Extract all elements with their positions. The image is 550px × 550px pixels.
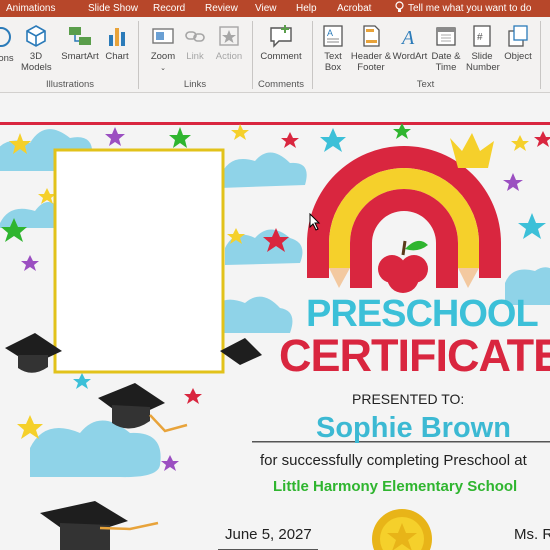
slide-number-label: Slide Number (466, 51, 500, 73)
comment-icon (270, 25, 292, 48)
object-icon (508, 25, 528, 47)
date-time-button[interactable]: Date & Time (430, 23, 462, 73)
icons-label: ons (0, 53, 14, 64)
text-box-label: Text Box (324, 51, 342, 73)
lightbulb-icon (395, 1, 404, 12)
tab-acrobat[interactable]: Acrobat (337, 2, 371, 15)
completion-description[interactable]: for successfully completing Preschool at (260, 452, 527, 470)
tab-animations[interactable]: Animations (6, 2, 55, 15)
chart-label: Chart (105, 51, 129, 62)
smartart-icon (69, 27, 91, 45)
date-time-label: Date & Time (431, 51, 461, 73)
text-box-icon: A (323, 25, 343, 47)
wordart-button[interactable]: A WordArt (392, 23, 428, 62)
bar-chart-icon (109, 28, 125, 46)
ribbon-tab-bar: Animations Slide Show Record Review View… (0, 0, 550, 17)
group-separator (540, 21, 541, 89)
comment-button[interactable]: Comment (256, 23, 306, 62)
gold-seal-icon (372, 509, 432, 550)
tab-slide-show[interactable]: Slide Show (88, 2, 138, 15)
svg-text:A: A (400, 27, 415, 49)
slide-number-button[interactable]: # Slide Number (462, 23, 502, 73)
group-illustrations: Illustrations (45, 79, 95, 90)
icons-button-partial[interactable]: ons (0, 23, 14, 64)
link-label: Link (186, 51, 204, 62)
cube-icon (26, 25, 46, 47)
group-separator (138, 21, 139, 89)
group-links: Links (183, 79, 207, 90)
wordart-icon: A (400, 27, 415, 49)
action-button[interactable]: Action (212, 23, 246, 62)
group-comments: Comments (258, 79, 304, 90)
chart-button[interactable]: Chart (102, 23, 132, 62)
presented-to-label[interactable]: PRESENTED TO: (352, 390, 464, 408)
3d-models-label: 3D Models (21, 51, 52, 73)
mouse-cursor-icon (309, 213, 321, 231)
group-separator (252, 21, 253, 89)
smartart-label: SmartArt (61, 51, 99, 62)
certificate-date[interactable]: June 5, 2027 (225, 526, 312, 544)
wordart-label: WordArt (392, 51, 428, 62)
tell-me-search[interactable]: Tell me what you want to do (395, 1, 531, 16)
header-footer-label: Header & Footer (350, 51, 392, 73)
tab-help[interactable]: Help (296, 2, 317, 15)
zoom-button[interactable]: Zoom ⌄ (146, 23, 180, 74)
insert-ribbon: ons 3D Models SmartArt Chart Illustratio… (0, 17, 550, 93)
tab-view[interactable]: View (255, 2, 277, 15)
link-icon (185, 31, 205, 42)
smartart-button[interactable]: SmartArt (58, 23, 102, 62)
tell-me-text: Tell me what you want to do (408, 3, 532, 14)
svg-text:A: A (327, 28, 333, 38)
action-label: Action (215, 51, 243, 62)
object-button[interactable]: Object (503, 23, 533, 62)
group-separator (312, 21, 313, 89)
header-footer-icon (363, 25, 380, 47)
certificate-border-line (0, 122, 550, 125)
certificate-title-line1[interactable]: PRESCHOOL (306, 293, 539, 335)
action-star-icon (219, 26, 239, 46)
certificate-title-line2[interactable]: CERTIFICATE (279, 331, 550, 381)
crown-icon (450, 133, 494, 168)
icons-icon (0, 27, 11, 47)
3d-models-button[interactable]: 3D Models (18, 23, 54, 73)
zoom-icon (152, 28, 174, 44)
object-label: Object (504, 51, 532, 62)
tab-record[interactable]: Record (153, 2, 185, 15)
text-box-button[interactable]: A Text Box (318, 23, 348, 73)
recipient-name[interactable]: Sophie Brown (316, 411, 511, 445)
signer-name[interactable]: Ms. R (514, 526, 550, 544)
zoom-label: Zoom (150, 51, 176, 62)
school-name[interactable]: Little Harmony Elementary School (273, 478, 517, 496)
apple-icon (378, 240, 428, 293)
comment-label: Comment (260, 51, 302, 62)
link-button[interactable]: Link (182, 23, 208, 62)
slide-canvas[interactable]: PRESCHOOL CERTIFICATE PRESENTED TO: Soph… (0, 93, 550, 550)
tab-review[interactable]: Review (205, 2, 238, 15)
photo-frame (53, 148, 225, 374)
svg-text:#: # (477, 32, 483, 43)
zoom-dropdown-icon: ⌄ (160, 65, 166, 72)
group-text: Text (416, 79, 435, 90)
slide-number-icon: # (473, 25, 491, 47)
calendar-icon (436, 27, 456, 46)
header-footer-button[interactable]: Header & Footer (350, 23, 392, 73)
